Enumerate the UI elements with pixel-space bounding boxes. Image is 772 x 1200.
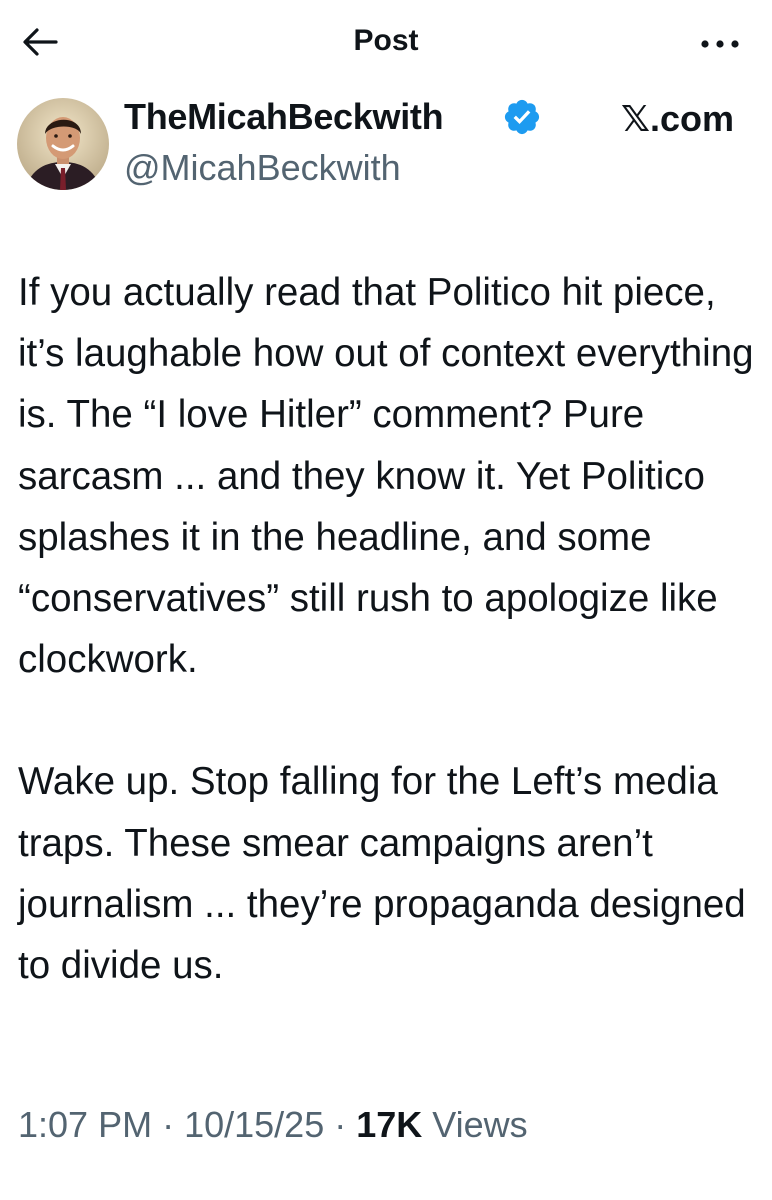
more-horizontal-icon — [701, 40, 739, 48]
xcom-watermark: 𝕏.com — [620, 98, 734, 139]
meta-separator: · — [324, 1104, 357, 1145]
top-bar: Post — [0, 0, 772, 86]
post-meta: 1:07 PM · 10/15/25 · 17K Views — [18, 1104, 528, 1146]
post-paragraph-2: Wake up. Stop falling for the Left’s med… — [18, 760, 746, 988]
post-date: 10/15/25 — [184, 1104, 325, 1145]
post-text: If you actually read that Politico hit p… — [18, 262, 763, 996]
views-count[interactable]: 17K — [356, 1104, 422, 1145]
more-button[interactable] — [696, 24, 744, 64]
verified-badge-icon — [504, 99, 540, 135]
avatar[interactable] — [17, 98, 109, 190]
author-display-name[interactable]: TheMicahBeckwith — [124, 96, 444, 138]
post-time: 1:07 PM — [18, 1104, 153, 1145]
views-label: Views — [432, 1104, 528, 1145]
meta-separator: · — [152, 1104, 185, 1145]
author-handle[interactable]: @MicahBeckwith — [124, 147, 401, 189]
post-paragraph-1: If you actually read that Politico hit p… — [18, 271, 754, 682]
page-title: Post — [353, 24, 419, 57]
post-page: Post TheMicahBeckwith @MicahBeckwith 𝕏.c… — [0, 0, 772, 1200]
